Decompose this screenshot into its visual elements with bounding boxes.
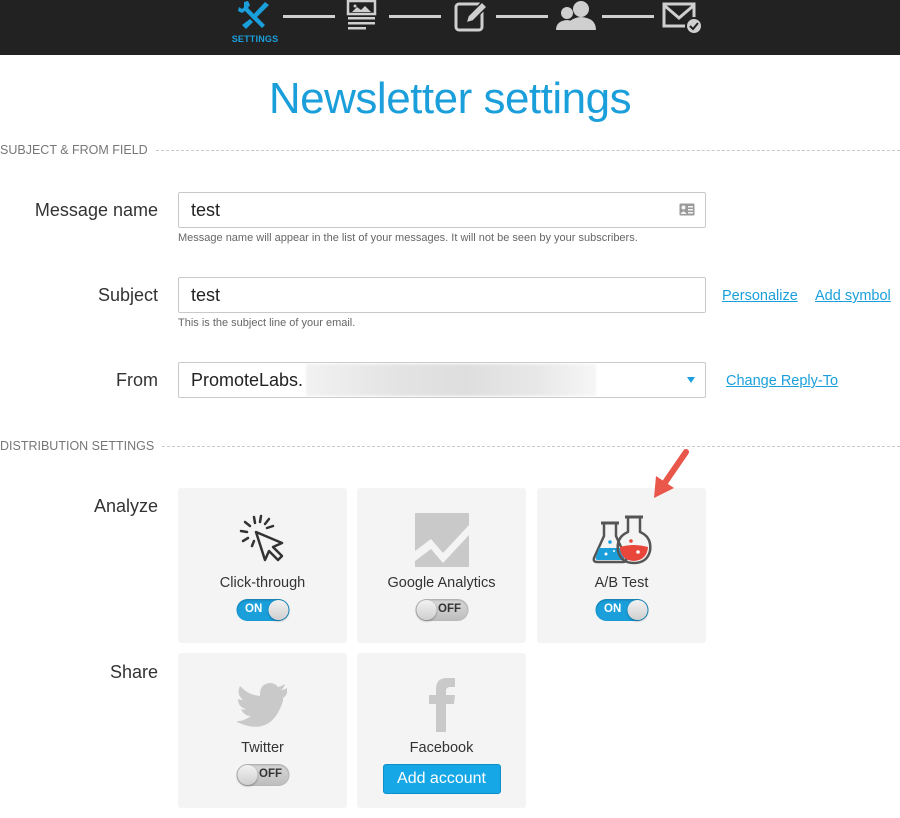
annotation-arrow-icon xyxy=(654,449,689,498)
redacted-email xyxy=(306,364,596,396)
cursor-click-icon xyxy=(233,512,293,568)
template-icon xyxy=(346,0,377,30)
subject-input[interactable]: test xyxy=(178,277,706,313)
tile-google-analytics: Google Analytics OFF xyxy=(357,488,526,643)
toggle-knob xyxy=(268,600,288,620)
subject-value: test xyxy=(191,284,221,305)
ab-test-toggle[interactable]: ON xyxy=(595,599,648,621)
message-name-value: test xyxy=(191,199,221,220)
analytics-chart-icon xyxy=(412,512,472,568)
tile-click-through: Click-through ON xyxy=(178,488,347,643)
personalize-link[interactable]: Personalize xyxy=(722,288,798,304)
tile-label: Google Analytics xyxy=(387,575,496,591)
subject-label: Subject xyxy=(97,285,158,305)
section-header-distribution: DISTRIBUTION SETTINGS xyxy=(0,439,900,453)
section-title: DISTRIBUTION SETTINGS xyxy=(0,439,155,453)
step-edit[interactable] xyxy=(453,0,489,50)
toggle-state: OFF xyxy=(259,768,282,780)
toggle-state: ON xyxy=(245,603,263,615)
change-reply-to-link[interactable]: Change Reply-To xyxy=(726,373,838,389)
tile-label: Twitter xyxy=(241,740,284,756)
share-label: Share xyxy=(109,662,158,682)
page-title: Newsletter settings xyxy=(268,74,632,123)
from-label: From xyxy=(116,370,158,390)
click-through-toggle[interactable]: ON xyxy=(236,599,289,621)
from-value: PromoteLabs. xyxy=(191,369,304,390)
tile-facebook: Facebook Add account xyxy=(357,653,526,808)
toggle-state: ON xyxy=(604,603,622,615)
section-title: SUBJECT & FROM FIELD xyxy=(0,143,148,157)
settings-tools-icon xyxy=(238,1,269,29)
contact-card-icon[interactable] xyxy=(679,203,695,216)
step-label: SETTINGS xyxy=(231,34,279,44)
toggle-knob xyxy=(627,600,647,620)
from-select[interactable]: PromoteLabs. xyxy=(178,362,706,398)
toggle-state: OFF xyxy=(438,603,461,615)
flasks-icon xyxy=(592,512,652,568)
step-connector xyxy=(283,15,335,18)
step-recipients[interactable] xyxy=(555,0,599,50)
add-account-button[interactable]: Add account xyxy=(382,764,501,794)
analyze-label: Analyze xyxy=(93,496,158,516)
tile-label: Facebook xyxy=(409,740,474,756)
step-connector xyxy=(496,15,548,18)
send-confirm-icon xyxy=(662,2,703,35)
subject-hint: This is the subject line of your email. xyxy=(178,317,356,329)
tile-label: Click-through xyxy=(219,575,306,591)
wizard-stepper: SETTINGS xyxy=(0,0,900,55)
toggle-knob xyxy=(237,765,257,785)
step-settings[interactable]: SETTINGS xyxy=(228,0,282,50)
message-name-input[interactable]: test xyxy=(178,192,706,228)
step-send[interactable] xyxy=(662,0,704,50)
chevron-down-icon xyxy=(687,377,695,383)
add-symbol-link[interactable]: Add symbol xyxy=(815,288,891,304)
facebook-icon xyxy=(412,677,472,733)
section-header-subject-from: SUBJECT & FROM FIELD xyxy=(0,143,900,157)
message-name-label: Message name xyxy=(34,200,158,220)
message-name-hint: Message name will appear in the list of … xyxy=(178,232,638,244)
recipients-icon xyxy=(556,1,596,30)
section-divider xyxy=(155,149,900,151)
section-divider xyxy=(162,445,900,447)
step-template[interactable] xyxy=(346,0,378,50)
tile-ab-test: A/B Test ON xyxy=(537,488,706,643)
google-analytics-toggle[interactable]: OFF xyxy=(415,599,468,621)
step-connector xyxy=(602,15,654,18)
step-connector xyxy=(389,15,441,18)
tile-twitter: Twitter OFF xyxy=(178,653,347,808)
twitter-icon xyxy=(233,677,293,733)
edit-icon xyxy=(454,0,489,32)
twitter-toggle[interactable]: OFF xyxy=(236,764,289,786)
toggle-knob xyxy=(416,600,436,620)
tile-label: A/B Test xyxy=(594,575,649,591)
